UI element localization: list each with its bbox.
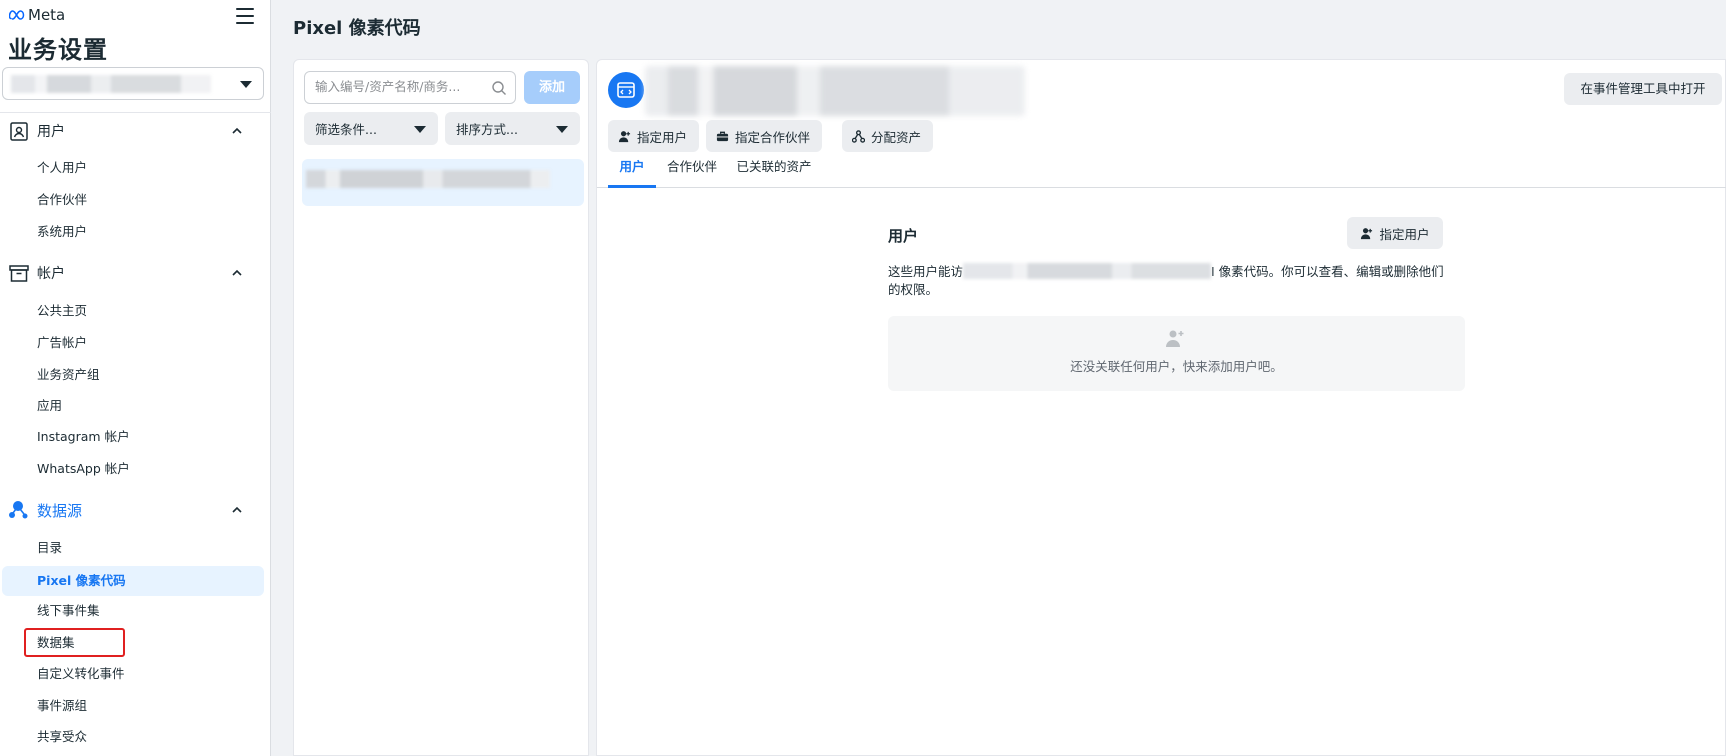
assign-users-label: 指定用户 [637,129,688,145]
caret-down-icon [240,81,252,88]
sidebar-item-catalogs[interactable]: 目录 [37,538,62,558]
sidebar-item-ad-accounts[interactable]: 广告帐户 [37,333,87,353]
filter-dropdown[interactable]: 筛选条件... [304,112,438,145]
assign-user-label: 指定用户 [1379,226,1430,242]
sidebar-section-label: 帐户 [37,266,65,282]
open-in-events-manager-button[interactable]: 在事件管理工具中打开 [1564,73,1722,105]
chevron-up-icon[interactable] [230,503,244,517]
business-name-redacted [11,75,211,93]
pixel-name-redacted [306,170,550,188]
pixel-list-panel: 添加 筛选条件... 排序方式... [293,59,589,756]
meta-logo-text: Meta [28,6,66,24]
menu-icon[interactable] [236,8,254,24]
sidebar-item-pages[interactable]: 公共主页 [37,301,87,321]
sidebar-item-shared-audiences[interactable]: 共享受众 [37,727,87,747]
sidebar-section-users[interactable]: 用户 [0,115,271,147]
sidebar-section-data-sources[interactable]: 数据源 [0,494,271,526]
assign-partners-button[interactable]: 指定合作伙伴 [706,120,823,152]
add-person-icon [618,130,631,142]
assign-users-button[interactable]: 指定用户 [608,120,700,152]
search-box[interactable] [304,71,516,104]
description-prefix: 这些用户能访 [888,264,964,279]
business-selector[interactable] [2,67,264,100]
caret-down-icon [556,126,568,133]
highlight-box [24,628,125,657]
sidebar-item-people[interactable]: 个人用户 [37,158,87,178]
sidebar-section-label: 用户 [37,124,65,140]
tab-connected-assets[interactable]: 已关联的资产 [731,154,817,188]
sidebar-item-whatsapp-accounts[interactable]: WhatsApp 帐户 [37,459,130,479]
add-person-icon [1166,330,1184,347]
meta-infinity-icon [9,10,25,20]
briefcase-icon [716,131,729,141]
tab-users[interactable]: 用户 [608,154,656,188]
add-person-icon [1361,227,1373,239]
sidebar-item-event-source-groups[interactable]: 事件源组 [37,696,87,716]
sidebar-item-asset-groups[interactable]: 业务资产组 [37,365,100,385]
page-title: Pixel 像素代码 [293,18,421,39]
pixel-detail-panel: 在事件管理工具中打开 指定用户 指定合作伙伴 分配资产 用户 合作伙伴 已关联的… [596,59,1726,756]
assign-user-button[interactable]: 指定用户 [1347,217,1443,249]
chevron-up-icon[interactable] [230,266,244,280]
archive-box-icon [9,265,29,282]
empty-state: 还没关联任何用户，快来添加用户吧。 [888,316,1465,391]
pixel-code-icon [608,72,644,108]
users-description: 这些用户能访 I 像素代码。你可以查看、编辑或删除他们的权限。 [888,263,1448,299]
caret-down-icon [414,126,426,133]
pixel-name-redacted [963,263,1212,279]
assign-assets-button[interactable]: 分配资产 [842,120,934,152]
sidebar-item-pixels[interactable]: Pixel 像素代码 [2,566,264,596]
sidebar-item-custom-conversions[interactable]: 自定义转化事件 [37,664,125,684]
tab-partners[interactable]: 合作伙伴 [663,154,721,188]
assign-assets-label: 分配资产 [871,129,922,145]
sidebar-item-instagram-accounts[interactable]: Instagram 帐户 [37,427,130,447]
meta-logo[interactable]: Meta [9,6,65,24]
sidebar-section-label: 数据源 [37,501,83,520]
share-nodes-icon [852,129,865,143]
pixel-name-redacted [645,66,1025,116]
search-icon [492,81,506,95]
empty-state-text: 还没关联任何用户，快来添加用户吧。 [1070,359,1283,374]
user-badge-icon [10,122,28,141]
sort-dropdown-label: 排序方式... [456,122,518,137]
list-item[interactable] [302,159,584,206]
app-title: 业务设置 [8,36,108,64]
data-sources-icon [9,501,28,519]
sidebar: Meta 业务设置 用户 个人用户 合作伙伴 系统用户 帐户 公共主页 广告帐户… [0,0,271,756]
sidebar-item-partners[interactable]: 合作伙伴 [37,190,87,210]
sort-dropdown[interactable]: 排序方式... [445,112,580,145]
add-button[interactable]: 添加 [524,71,580,104]
sidebar-item-offline-event-sets[interactable]: 线下事件集 [37,601,100,621]
divider [0,112,271,113]
chevron-up-icon[interactable] [230,124,244,138]
assign-partners-label: 指定合作伙伴 [735,129,811,145]
sidebar-item-system-users[interactable]: 系统用户 [37,222,87,242]
detail-tabs: 用户 合作伙伴 已关联的资产 [597,154,1726,188]
sidebar-item-apps[interactable]: 应用 [37,396,62,416]
users-section-heading: 用户 [888,227,919,245]
sidebar-section-accounts[interactable]: 帐户 [0,257,271,289]
filter-dropdown-label: 筛选条件... [315,122,377,137]
search-input[interactable] [315,79,487,94]
